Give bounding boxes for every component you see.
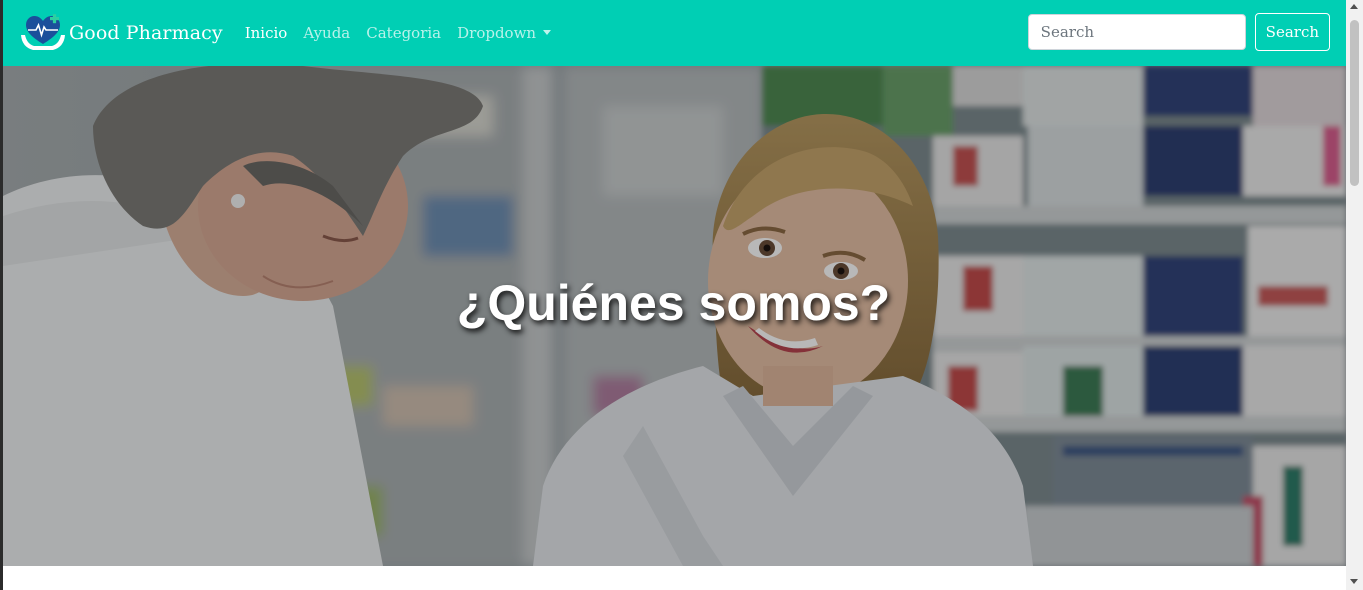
caret-down-icon (543, 30, 552, 35)
brand-name: Good Pharmacy (69, 22, 223, 44)
arrow-up-icon[interactable] (1350, 4, 1358, 9)
heart-cross-hands-icon (21, 14, 65, 50)
navbar: Good Pharmacy Inicio Ayuda Categoria Dro… (3, 0, 1346, 66)
nav-dropdown-label: Dropdown (457, 24, 537, 42)
search-input[interactable] (1027, 14, 1246, 50)
nav-link-ayuda[interactable]: Ayuda (303, 24, 350, 42)
scrollbar-thumb[interactable] (1350, 20, 1359, 186)
page-content-start (3, 566, 1346, 590)
vertical-scrollbar[interactable] (1346, 0, 1363, 590)
nav-links: Inicio Ayuda Categoria Dropdown (245, 24, 567, 42)
brand-link[interactable]: Good Pharmacy (19, 13, 223, 53)
arrow-down-icon[interactable] (1350, 579, 1358, 584)
nav-link-categoria[interactable]: Categoria (366, 24, 441, 42)
hero-banner: ¿Quiénes somos? (3, 66, 1346, 566)
hero-title: ¿Quiénes somos? (456, 275, 891, 331)
nav-link-inicio[interactable]: Inicio (245, 24, 288, 42)
search-form: Search (1027, 13, 1330, 51)
search-button[interactable]: Search (1254, 13, 1330, 51)
nav-dropdown-toggle[interactable]: Dropdown (457, 24, 552, 42)
